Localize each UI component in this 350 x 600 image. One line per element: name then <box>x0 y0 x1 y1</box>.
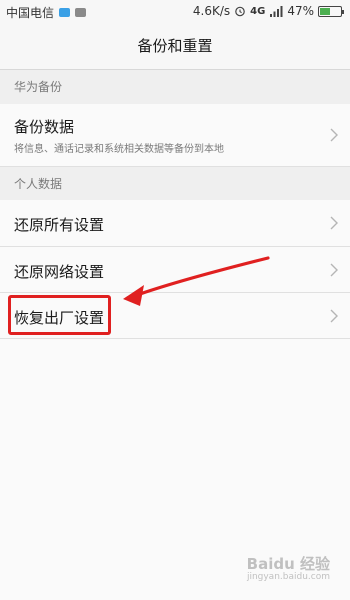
chevron-right-icon <box>330 128 338 142</box>
battery-percent: 47% <box>287 4 314 18</box>
carrier-label: 中国电信 <box>6 6 55 20</box>
battery-icon <box>318 5 344 17</box>
backup-data-label: 备份数据 <box>14 118 75 136</box>
watermark-subtext: jingyan.baidu.com <box>246 572 330 582</box>
reset-all-settings-label: 还原所有设置 <box>14 216 105 234</box>
network-type: 4G <box>250 5 266 17</box>
highlight-box <box>8 295 111 335</box>
backup-data-item[interactable]: 备份数据 将信息、通话记录和系统相关数据等备份到本地 <box>0 104 350 167</box>
baidu-watermark: Baidu 经验 jingyan.baidu.com <box>247 553 330 582</box>
watermark-text: Baidu 经验 <box>246 555 330 573</box>
chevron-right-icon <box>330 309 338 323</box>
image-icon <box>75 8 87 17</box>
chevron-right-icon <box>330 216 338 230</box>
page-title: 备份和重置 <box>0 24 350 70</box>
section-header-huawei-backup: 华为备份 <box>0 70 350 104</box>
network-speed: 4.6K/s <box>192 4 231 18</box>
reset-network-settings-label: 还原网络设置 <box>14 263 105 281</box>
signal-icon <box>270 6 283 17</box>
status-bar: 中国电信 4.6K/s 4G 47% <box>0 0 350 24</box>
alarm-icon <box>235 6 245 17</box>
backup-data-description: 将信息、通话记录和系统相关数据等备份到本地 <box>14 144 224 155</box>
battery-level <box>320 7 331 15</box>
sim-icon <box>59 8 71 17</box>
chevron-right-icon <box>330 263 338 277</box>
reset-network-settings-item[interactable]: 还原网络设置 <box>0 247 350 293</box>
section-header-personal-data: 个人数据 <box>0 167 350 201</box>
reset-all-settings-item[interactable]: 还原所有设置 <box>0 200 350 247</box>
